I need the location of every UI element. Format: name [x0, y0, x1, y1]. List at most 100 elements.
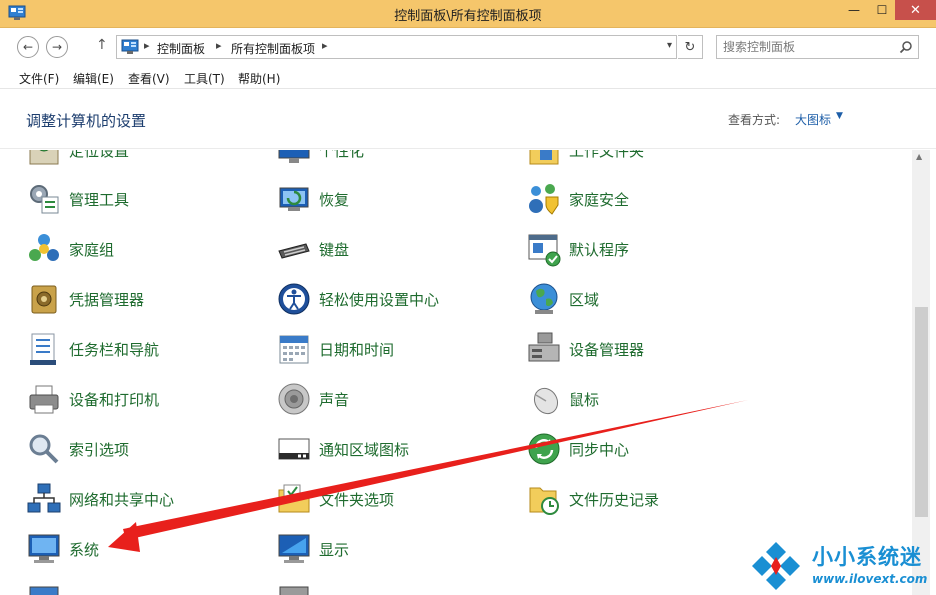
item-label: 恢复 — [319, 190, 350, 209]
item-label: 同步中心 — [569, 440, 630, 459]
item-label: 家庭安全 — [569, 190, 630, 209]
keyboard-icon — [278, 243, 310, 259]
menu-view[interactable]: 查看(V) — [128, 70, 170, 87]
breadcrumb-all-items[interactable]: 所有控制面板项 — [231, 40, 315, 57]
item-keyboard[interactable]: 键盘 — [276, 229, 516, 269]
item-recovery[interactable]: 恢复 — [276, 179, 516, 219]
region-icon — [530, 283, 558, 314]
scrollbar-thumb[interactable] — [915, 307, 928, 517]
item-label: 管理工具 — [69, 190, 130, 209]
item-family-safety[interactable]: 家庭安全 — [526, 179, 766, 219]
network-icon — [27, 483, 61, 513]
calendar-icon — [279, 335, 309, 364]
item-label: 设备管理器 — [569, 340, 645, 359]
forward-button[interactable]: → — [46, 36, 68, 58]
item-label: 工作文件夹 — [569, 150, 645, 160]
notification-icon — [278, 438, 310, 460]
scroll-up-icon[interactable]: ▲ — [916, 152, 922, 161]
item-mouse[interactable]: 鼠标 — [526, 379, 766, 419]
address-row: ← → ↑ ▸ 控制面板 ▸ 所有控制面板项 ▸ ▾ ↻ — [0, 28, 936, 65]
menu-help[interactable]: 帮助(H) — [238, 70, 280, 87]
address-bar[interactable]: ▸ 控制面板 ▸ 所有控制面板项 ▸ ▾ — [116, 35, 677, 59]
item-label: 鼠标 — [569, 390, 600, 409]
item-default-programs[interactable]: 默认程序 — [526, 229, 766, 269]
menu-file[interactable]: 文件(F) — [19, 70, 59, 87]
item-label: 任务栏和导航 — [69, 340, 160, 359]
device-manager-icon — [528, 332, 560, 362]
close-button[interactable]: ✕ — [895, 0, 936, 20]
maximize-button[interactable]: ☐ — [869, 0, 895, 20]
item-network-sharing[interactable]: 网络和共享中心 — [26, 479, 266, 519]
search-box[interactable] — [716, 35, 919, 59]
work-folders-icon — [529, 150, 559, 165]
item-label: 设备和打印机 — [69, 390, 160, 409]
item-sound[interactable]: 声音 — [276, 379, 516, 419]
item-label: 键盘 — [319, 240, 350, 259]
item-label: 通知区域图标 — [319, 440, 410, 459]
address-dropdown-icon[interactable]: ▾ — [667, 40, 672, 51]
item-region[interactable]: 区域 — [526, 279, 766, 319]
item-label: 家庭组 — [69, 240, 115, 259]
search-icon[interactable] — [899, 40, 913, 54]
item-personalization[interactable]: 个性化 — [276, 150, 516, 170]
item-homegroup[interactable]: 家庭组 — [26, 229, 266, 269]
item-display[interactable]: 显示 — [276, 529, 516, 569]
item-partial[interactable] — [276, 579, 516, 595]
indexing-icon — [29, 434, 59, 464]
view-by-label: 查看方式: — [728, 113, 781, 127]
breadcrumb-separator[interactable]: ▸ — [322, 39, 328, 52]
breadcrumb-separator[interactable]: ▸ — [216, 39, 222, 52]
item-label: 文件历史记录 — [569, 490, 660, 509]
refresh-button[interactable]: ↻ — [678, 35, 703, 59]
window-title: 控制面板\所有控制面板项 — [394, 9, 542, 24]
item-partial[interactable] — [26, 579, 266, 595]
item-folder-options[interactable]: 文件夹选项 — [276, 479, 516, 519]
search-input[interactable] — [723, 39, 893, 55]
sync-icon — [528, 433, 560, 465]
item-label: 轻松使用设置中心 — [319, 290, 440, 309]
item-admin-tools[interactable]: 管理工具 — [26, 179, 266, 219]
item-label: 个性化 — [319, 150, 365, 160]
view-by-dropdown[interactable]: 大图标 — [795, 111, 831, 128]
admin-tools-icon — [30, 185, 59, 214]
item-file-history[interactable]: 文件历史记录 — [526, 479, 766, 519]
view-by-caret-icon[interactable]: ▼ — [836, 111, 843, 121]
item-taskbar-navigation[interactable]: 任务栏和导航 — [26, 329, 266, 369]
item-label: 定位设置 — [69, 150, 130, 160]
vertical-scrollbar[interactable]: ▲ — [912, 150, 930, 595]
item-indexing-options[interactable]: 索引选项 — [26, 429, 266, 469]
item-label: 凭据管理器 — [69, 290, 145, 309]
back-button[interactable]: ← — [17, 36, 39, 58]
item-label: 区域 — [569, 290, 600, 309]
item-credential-manager[interactable]: 凭据管理器 — [26, 279, 266, 319]
minimize-button[interactable]: — — [839, 0, 869, 20]
personalization-icon — [278, 150, 310, 163]
menu-tools[interactable]: 工具(T) — [184, 70, 225, 87]
menu-edit[interactable]: 编辑(E) — [73, 70, 114, 87]
partial-item-icon — [279, 586, 309, 595]
item-label: 系统 — [69, 540, 100, 559]
speaker-icon — [278, 383, 310, 415]
location-icon — [29, 150, 59, 165]
up-button[interactable]: ↑ — [96, 37, 108, 53]
breadcrumb-control-panel[interactable]: 控制面板 — [157, 40, 205, 57]
item-device-manager[interactable]: 设备管理器 — [526, 329, 766, 369]
item-sync-center[interactable]: 同步中心 — [526, 429, 766, 469]
item-label: 索引选项 — [69, 440, 130, 459]
file-history-icon — [529, 487, 559, 515]
content-header: 调整计算机的设置 查看方式: 大图标 ▼ — [0, 89, 936, 149]
item-ease-of-access[interactable]: 轻松使用设置中心 — [276, 279, 516, 319]
item-notification-icons[interactable]: 通知区域图标 — [276, 429, 516, 469]
folder-options-icon — [278, 484, 310, 513]
item-devices-printers[interactable]: 设备和打印机 — [26, 379, 266, 419]
item-date-time[interactable]: 日期和时间 — [276, 329, 516, 369]
page-title: 调整计算机的设置 — [26, 112, 147, 130]
item-system[interactable]: 系统 — [26, 529, 266, 569]
breadcrumb-separator[interactable]: ▸ — [144, 39, 150, 52]
watermark-logo — [752, 542, 800, 590]
taskbar-icon — [30, 333, 56, 365]
item-location-settings[interactable]: 定位设置 — [26, 150, 266, 170]
default-programs-icon — [528, 234, 561, 267]
item-work-folders[interactable]: 工作文件夹 — [526, 150, 766, 170]
credential-icon — [31, 285, 57, 314]
